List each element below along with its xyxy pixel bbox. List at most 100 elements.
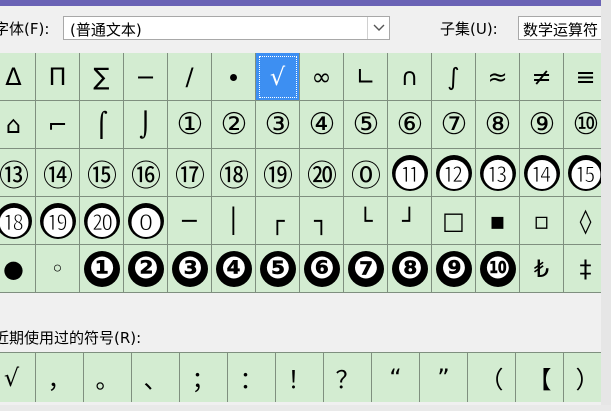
symbol-cell-selected[interactable]: √ [256, 53, 300, 101]
recent-symbol-cell[interactable]: （ [468, 352, 516, 402]
symbol-glyph: ⓪ [351, 158, 381, 194]
symbol-cell[interactable]: ❹ [212, 245, 256, 293]
symbol-cell[interactable]: ❸ [168, 245, 212, 293]
recent-symbol-cell[interactable]: ； [180, 352, 228, 402]
symbol-cell[interactable]: ‡ [564, 245, 601, 293]
symbol-cell[interactable]: ┌ [256, 197, 300, 245]
recent-symbol-cell[interactable]: ” [420, 352, 468, 402]
recent-symbol-cell[interactable]: ） [564, 352, 601, 402]
symbol-cell[interactable]: ─ [168, 197, 212, 245]
recent-symbol-cell[interactable]: ！ [276, 352, 324, 402]
symbol-cell[interactable]: ❶ [80, 245, 124, 293]
symbol-cell[interactable]: ∞ [300, 53, 344, 101]
symbol-cell[interactable]: ② [212, 101, 256, 149]
symbol-cell[interactable]: ∕ [168, 53, 212, 101]
symbol-cell[interactable]: − [124, 53, 168, 101]
symbol-glyph: ⓯ [567, 154, 601, 194]
recent-symbol-cell[interactable]: ： [228, 352, 276, 402]
recent-symbol-glyph: ！ [287, 366, 312, 394]
symbol-cell[interactable]: ⌐ [36, 101, 80, 149]
symbol-cell[interactable]: ┘ [388, 197, 432, 245]
symbol-cell[interactable]: ❿ [476, 245, 520, 293]
symbol-cell[interactable]: ❾ [432, 245, 476, 293]
symbol-glyph: ❽ [391, 250, 428, 287]
symbol-cell[interactable]: ≡ [564, 53, 601, 101]
symbol-cell[interactable]: ⑭ [36, 149, 80, 197]
symbol-cell[interactable]: ③ [256, 101, 300, 149]
symbol-cell[interactable]: ⑧ [476, 101, 520, 149]
symbol-cell[interactable]: ┐ [300, 197, 344, 245]
symbol-glyph: ∙ [225, 62, 242, 91]
font-select-value: (普通文本) [70, 21, 142, 39]
symbol-cell[interactable]: ⑰ [168, 149, 212, 197]
symbol-cell[interactable]: ⑩ [564, 101, 601, 149]
symbol-cell[interactable]: └ [344, 197, 388, 245]
symbol-cell[interactable]: ≠ [520, 53, 564, 101]
symbol-cell[interactable]: ₺ [520, 245, 564, 293]
symbol-cell[interactable]: ⓲ [0, 197, 36, 245]
symbol-cell[interactable]: │ [212, 197, 256, 245]
symbol-cell[interactable]: ⑥ [388, 101, 432, 149]
symbol-cell[interactable]: ⑦ [432, 101, 476, 149]
symbol-cell[interactable]: ◊ [564, 197, 601, 245]
symbol-cell[interactable]: ⌡ [124, 101, 168, 149]
symbol-cell[interactable]: ⑨ [520, 101, 564, 149]
recent-symbol-cell[interactable]: 。 [84, 352, 132, 402]
symbol-cell[interactable]: ▪ [476, 197, 520, 245]
symbol-cell[interactable]: ≈ [476, 53, 520, 101]
symbol-cell[interactable]: ⑮ [80, 149, 124, 197]
symbol-cell[interactable]: ⌠ [80, 101, 124, 149]
symbol-cell[interactable]: ⓯ [564, 149, 601, 197]
symbol-cell[interactable]: ⑲ [256, 149, 300, 197]
symbol-cell[interactable]: ⑯ [124, 149, 168, 197]
symbol-cell[interactable]: ① [168, 101, 212, 149]
symbol-cell[interactable]: ⓿ [124, 197, 168, 245]
symbol-cell[interactable]: ● [0, 245, 36, 293]
symbol-cell[interactable]: ∟ [344, 53, 388, 101]
symbol-cell[interactable]: ⓮ [520, 149, 564, 197]
symbol-cell[interactable]: ❼ [344, 245, 388, 293]
symbol-cell[interactable]: ④ [300, 101, 344, 149]
subset-select[interactable]: 数学运算符 [518, 16, 601, 40]
symbol-cell[interactable]: ⓭ [476, 149, 520, 197]
symbol-cell[interactable]: ⑱ [212, 149, 256, 197]
recent-symbol-cell[interactable]: ， [36, 352, 84, 402]
symbol-cell[interactable]: ❽ [388, 245, 432, 293]
symbol-cell[interactable]: ∫ [432, 53, 476, 101]
symbol-cell[interactable]: ⑤ [344, 101, 388, 149]
symbol-glyph: ≠ [531, 62, 552, 91]
symbol-cell[interactable]: ▫ [520, 197, 564, 245]
recent-symbol-cell[interactable]: ？ [324, 352, 372, 402]
symbol-cell[interactable]: ⑳ [300, 149, 344, 197]
symbol-cell[interactable]: Δ [0, 53, 36, 101]
symbol-glyph: ⓫ [391, 154, 428, 194]
recent-symbol-cell[interactable]: 【 [516, 352, 564, 402]
symbol-glyph: ❾ [435, 250, 472, 287]
recent-symbol-cell[interactable]: 、 [132, 352, 180, 402]
font-select[interactable]: (普通文本) [63, 16, 390, 40]
symbol-glyph: ┘ [402, 206, 417, 235]
window-bottom-edge [0, 405, 611, 411]
recent-symbol-cell[interactable]: “ [372, 352, 420, 402]
symbol-cell[interactable]: ⓳ [36, 197, 80, 245]
symbol-cell[interactable]: ∑ [80, 53, 124, 101]
symbol-cell[interactable]: ◦ [36, 245, 80, 293]
symbol-cell[interactable]: ❻ [300, 245, 344, 293]
symbol-cell[interactable]: ⑬ [0, 149, 36, 197]
symbol-cell[interactable]: Π [36, 53, 80, 101]
symbol-cell[interactable]: ⓫ [388, 149, 432, 197]
symbol-cell[interactable]: ⓬ [432, 149, 476, 197]
symbol-cell[interactable]: □ [432, 197, 476, 245]
symbol-cell[interactable]: ⓴ [80, 197, 124, 245]
symbol-cell[interactable]: ❺ [256, 245, 300, 293]
symbol-glyph: ⑧ [484, 107, 512, 142]
symbol-cell[interactable]: ❷ [124, 245, 168, 293]
symbol-cell[interactable]: ∙ [212, 53, 256, 101]
recent-symbol-cell[interactable]: √ [0, 352, 36, 402]
chevron-down-icon[interactable] [367, 17, 389, 39]
symbol-cell[interactable]: ⓪ [344, 149, 388, 197]
symbol-glyph: ⓭ [479, 154, 516, 194]
symbol-cell[interactable]: ⌂ [0, 101, 36, 149]
symbol-cell[interactable]: ∩ [388, 53, 432, 101]
recent-symbols-row: √，。、；：！？“”（【）％ [0, 352, 601, 402]
